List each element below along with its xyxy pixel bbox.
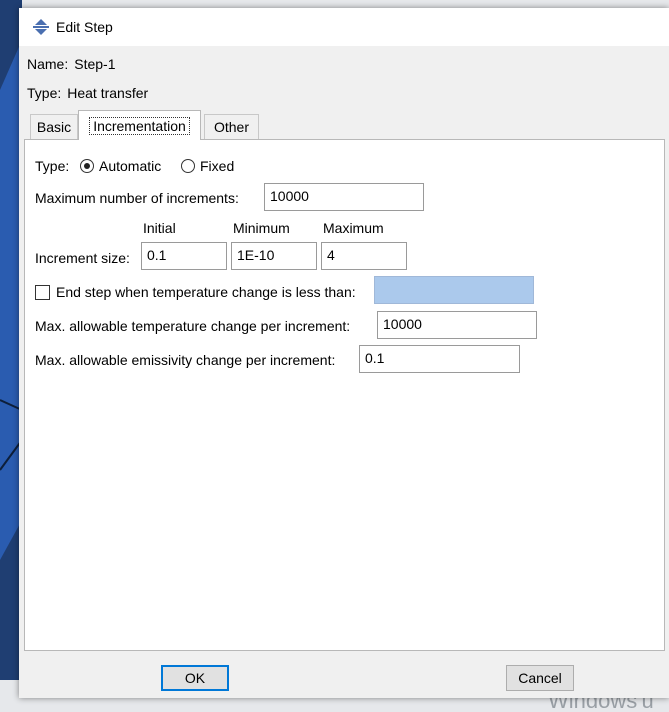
radio-fixed[interactable]: Fixed [181, 158, 234, 174]
column-initial: Initial [143, 220, 176, 236]
increment-initial-field[interactable]: 0.1 [141, 242, 227, 270]
title-bar[interactable]: Edit Step [19, 8, 669, 46]
ok-button[interactable]: OK [161, 665, 229, 691]
step-type-value: Heat transfer [67, 85, 149, 101]
tab-incrementation[interactable]: Incrementation [78, 110, 201, 140]
increment-type-label: Type: [35, 158, 70, 174]
tab-other-label: Other [213, 119, 249, 135]
end-step-checkbox[interactable]: End step when temperature change is less… [35, 284, 356, 300]
step-type-row: Type: Heat transfer [27, 85, 148, 101]
max-emissivity-change-field[interactable]: 0.1 [359, 345, 520, 373]
max-emissivity-change-label: Max. allowable emissivity change per inc… [35, 352, 336, 368]
radio-fixed-indicator [181, 159, 195, 173]
step-name-row: Name: Step-1 [27, 56, 115, 72]
increment-maximum-field[interactable]: 4 [321, 242, 407, 270]
window-title: Edit Step [56, 19, 113, 35]
radio-fixed-label: Fixed [200, 158, 235, 174]
cancel-button[interactable]: Cancel [506, 665, 574, 691]
tab-other[interactable]: Other [204, 114, 259, 139]
max-temp-change-label: Max. allowable temperature change per in… [35, 318, 351, 334]
max-increments-field[interactable]: 10000 [264, 183, 424, 211]
step-icon [33, 19, 49, 35]
column-minimum: Minimum [233, 220, 290, 236]
increment-size-label: Increment size: [35, 250, 130, 266]
name-label: Name: [27, 56, 69, 72]
increment-minimum-field[interactable]: 1E-10 [231, 242, 317, 270]
max-temp-change-field[interactable]: 10000 [377, 311, 537, 339]
step-name-value: Step-1 [74, 56, 116, 72]
radio-automatic-label: Automatic [99, 158, 162, 174]
max-increments-label: Maximum number of increments: [35, 190, 239, 206]
end-step-threshold-field [374, 276, 534, 304]
column-maximum: Maximum [323, 220, 384, 236]
radio-automatic[interactable]: Automatic [80, 158, 161, 174]
radio-automatic-indicator [80, 159, 94, 173]
tab-basic[interactable]: Basic [30, 114, 78, 139]
end-step-label: End step when temperature change is less… [56, 284, 356, 300]
end-step-checkbox-box [35, 285, 50, 300]
incrementation-panel: Type: Automatic Fixed Maximum number of … [24, 139, 665, 651]
edit-step-dialog: Edit Step Name: Step-1 Type: Heat transfer… [19, 8, 669, 698]
tab-basic-label: Basic [36, 119, 72, 135]
tab-incrementation-label: Incrementation [89, 116, 190, 135]
type-label: Type: [27, 85, 62, 101]
